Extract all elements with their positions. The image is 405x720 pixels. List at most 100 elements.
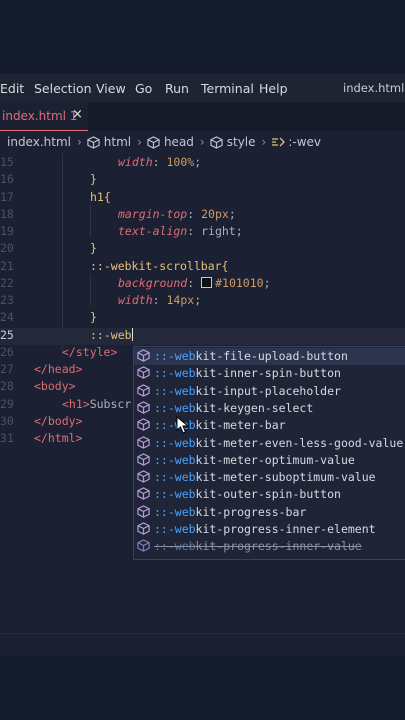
autocomplete-list[interactable]: ::-webkit-file-upload-button::-webkit-in… bbox=[133, 346, 405, 560]
window-title: index.html - a bbox=[343, 81, 405, 95]
html-text: Subscr bbox=[89, 396, 132, 411]
suggestion-rest: kit-outer-spin-button bbox=[195, 487, 341, 502]
code-line: 25::-web bbox=[0, 327, 405, 345]
css-colon: : bbox=[152, 155, 167, 169]
code-text: <body> bbox=[34, 379, 76, 393]
code-text: ::-webkit-scrollbar{ bbox=[90, 259, 228, 273]
breadcrumb-head[interactable]: head bbox=[164, 135, 194, 149]
css-property: width bbox=[118, 155, 153, 169]
menu-view[interactable]: View bbox=[96, 81, 126, 96]
line-number: 20 bbox=[0, 241, 14, 256]
property-cube-icon bbox=[137, 470, 150, 483]
suggestion-label: ::-webkit-meter-optimum-value bbox=[154, 453, 355, 467]
suggestion-item[interactable]: ::-webkit-progress-bar bbox=[134, 504, 405, 521]
property-cube-icon bbox=[137, 366, 150, 380]
suggestion-match: ::-web bbox=[154, 487, 196, 502]
css-brace: } bbox=[90, 241, 97, 256]
suggestion-rest: kit-meter-suboptimum-value bbox=[195, 470, 376, 485]
suggestion-rest: kit-meter-bar bbox=[195, 418, 286, 433]
css-value: #101010 bbox=[215, 275, 264, 290]
suggestion-label: ::-webkit-input-placeholder bbox=[154, 384, 341, 398]
property-cube-icon bbox=[137, 383, 150, 397]
code-line: 21::-webkit-scrollbar{ bbox=[0, 259, 405, 276]
suggestion-item[interactable]: ::-webkit-outer-spin-button bbox=[134, 486, 405, 503]
breadcrumb-selector[interactable]: :-wev bbox=[288, 135, 321, 149]
code-line: 18 margin-top: 20px; bbox=[0, 207, 405, 224]
menu-bar: Edit Selection View Go Run Terminal Help… bbox=[0, 74, 405, 102]
tab-index-html[interactable]: index.html 1 × bbox=[0, 102, 88, 131]
css-selector: h1{ bbox=[90, 189, 111, 204]
code-text: width: 100%; bbox=[118, 155, 201, 169]
breadcrumb-html[interactable]: html bbox=[104, 135, 131, 149]
css-colon: : bbox=[187, 224, 202, 238]
code-line: 24} bbox=[0, 310, 405, 327]
suggestion-label: ::-webkit-progress-inner-value bbox=[154, 539, 362, 553]
suggestion-item[interactable]: ::-webkit-meter-bar bbox=[134, 417, 405, 434]
menu-help[interactable]: Help bbox=[259, 81, 288, 96]
suggestion-item[interactable]: ::-webkit-keygen-select bbox=[134, 400, 405, 417]
selector-icon bbox=[272, 137, 286, 147]
property-cube-icon bbox=[137, 539, 150, 553]
chevron-right-icon: › bbox=[199, 135, 205, 149]
suggestion-match: ::-web bbox=[154, 504, 196, 519]
menu-run[interactable]: Run bbox=[165, 81, 189, 96]
code-line: 16} bbox=[0, 172, 405, 189]
code-line: 17 h1{ bbox=[0, 190, 405, 207]
suggestion-item[interactable]: ::-webkit-inner-spin-button bbox=[134, 365, 405, 382]
chevron-right-icon: › bbox=[261, 135, 267, 149]
suggestion-match: ::-web bbox=[154, 435, 196, 450]
element-icon bbox=[87, 135, 100, 149]
suggestion-item[interactable]: ::-webkit-progress-inner-element bbox=[134, 521, 405, 538]
suggestion-rest: kit-keygen-select bbox=[195, 400, 314, 415]
suggestion-item[interactable]: ::-webkit-file-upload-button bbox=[134, 348, 405, 366]
suggestion-rest: kit-meter-optimum-value bbox=[195, 452, 355, 467]
menu-go[interactable]: Go bbox=[135, 81, 152, 96]
css-colon: : bbox=[152, 293, 167, 307]
line-number: 16 bbox=[0, 172, 14, 187]
code-text: <h1>Subscr bbox=[62, 397, 131, 411]
code-text: </html> bbox=[34, 431, 82, 445]
line-number: 30 bbox=[0, 413, 14, 428]
property-cube-icon bbox=[137, 349, 150, 362]
suggestion-rest: kit-progress-inner-element bbox=[195, 522, 376, 536]
suggestion-item[interactable]: ::-webkit-meter-suboptimum-value bbox=[134, 469, 405, 486]
css-selector: ::-webkit-scrollbar{ bbox=[90, 258, 229, 273]
menu-terminal[interactable]: Terminal bbox=[201, 81, 254, 96]
css-semicolon: ; bbox=[235, 224, 243, 238]
html-tag: <body> bbox=[34, 379, 76, 394]
suggestion-label: ::-webkit-keygen-select bbox=[154, 401, 313, 415]
property-cube-icon bbox=[137, 522, 150, 535]
css-property: text-align bbox=[118, 224, 188, 238]
status-bar bbox=[0, 633, 405, 656]
suggestion-rest: kit-progress-inner-value bbox=[195, 539, 362, 554]
suggestion-item[interactable]: ::-webkit-progress-inner-value bbox=[134, 538, 405, 555]
menu-selection[interactable]: Selection bbox=[34, 81, 92, 96]
suggestion-item[interactable]: ::-webkit-input-placeholder bbox=[134, 383, 405, 400]
property-cube-icon bbox=[137, 435, 150, 449]
breadcrumb: index.html › html › head › style › :-wev bbox=[0, 131, 405, 153]
line-number: 22 bbox=[0, 275, 14, 290]
property-cube-icon bbox=[137, 401, 150, 414]
code-line: 23 width: 14px; bbox=[0, 293, 405, 310]
chevron-right-icon: › bbox=[137, 135, 142, 149]
suggestion-rest: kit-input-placeholder bbox=[195, 383, 341, 398]
line-number: 29 bbox=[0, 396, 14, 411]
menu-edit[interactable]: Edit bbox=[0, 81, 24, 96]
suggestion-label: ::-webkit-meter-even-less-good-value bbox=[154, 436, 403, 450]
html-tag: </html> bbox=[34, 431, 83, 445]
suggestion-label: ::-webkit-inner-spin-button bbox=[154, 366, 341, 380]
close-icon[interactable]: × bbox=[72, 107, 83, 122]
tab-label: index.html 1 bbox=[2, 109, 78, 123]
color-swatch[interactable] bbox=[201, 276, 213, 288]
css-property: background bbox=[118, 275, 188, 290]
html-tag: </head> bbox=[34, 362, 83, 376]
breadcrumb-file[interactable]: index.html bbox=[7, 135, 71, 149]
line-number: 24 bbox=[0, 310, 14, 325]
line-number: 21 bbox=[0, 258, 14, 273]
code-text: text-align: right; bbox=[118, 224, 243, 238]
suggestion-item[interactable]: ::-webkit-meter-even-less-good-value bbox=[134, 435, 405, 452]
suggestion-match: ::-web bbox=[154, 470, 196, 485]
css-value: 100% bbox=[166, 155, 195, 169]
breadcrumb-style[interactable]: style bbox=[227, 135, 256, 149]
suggestion-item[interactable]: ::-webkit-meter-optimum-value bbox=[134, 452, 405, 469]
